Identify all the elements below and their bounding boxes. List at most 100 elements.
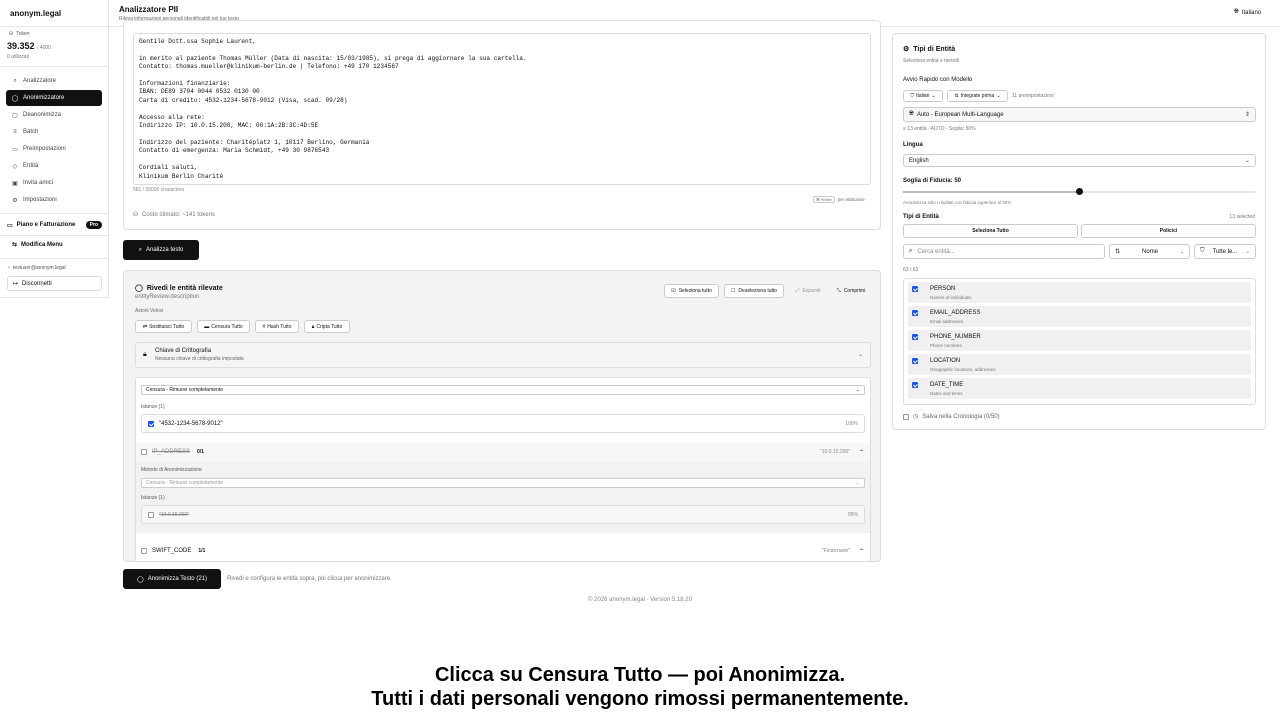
instance-value: "4532-1234-5678-9012" bbox=[159, 420, 223, 427]
entity-group-body: Metodo di Anonimizzazione Censura - Rimu… bbox=[136, 461, 870, 533]
sidebar-nav: ⌕ Analizzatore ◯ Anonimizzatore ▢ Deanonimi… bbox=[6, 73, 102, 209]
cost-estimate: ⛁ Costo stimato: ~141 tokens bbox=[133, 211, 215, 219]
logout-label: Disconnetti bbox=[22, 280, 52, 287]
policies-button[interactable]: Policici bbox=[1081, 224, 1256, 238]
model-select[interactable]: 🌐︎ Auto - European Multi-Language ⇕ bbox=[903, 107, 1256, 122]
entity-type-item[interactable]: DATE_TIME Dates and times bbox=[908, 378, 1251, 399]
edit-menu-button[interactable]: ⇆ Modifica Menu bbox=[12, 241, 63, 249]
chevron-down-icon: ⌄ bbox=[855, 480, 860, 486]
panel-title: ⚙ Tipi di Entità bbox=[903, 45, 955, 54]
method-select[interactable]: Censura - Rimuovi completamente ⌄ bbox=[141, 385, 865, 395]
chevron-updown-icon: ⇕ bbox=[1244, 112, 1250, 118]
entity-desc: Email addresses bbox=[930, 319, 964, 324]
expand-button[interactable]: ⤢ Espandi bbox=[790, 284, 826, 298]
entity-group-header[interactable]: SWIFT_CODE 1/1 "Finanziarie" ⌃ bbox=[136, 542, 870, 560]
panel-subtitle: Seleziona entità e metodi bbox=[903, 58, 960, 64]
language-label: Italiano bbox=[1241, 9, 1262, 16]
tokens-label-text: Token bbox=[16, 31, 30, 37]
pill-label: Italian bbox=[916, 93, 930, 99]
redact-all-button[interactable]: ▬ Censura Tutto bbox=[197, 320, 250, 333]
checkbox[interactable] bbox=[912, 358, 918, 364]
sidebar-item-preimpostazioni[interactable]: ▭ Preimpostazioni bbox=[6, 141, 102, 157]
checkbox[interactable] bbox=[148, 511, 154, 518]
filter-select[interactable]: ⛉ Tutte le... ⌄ bbox=[1194, 244, 1256, 259]
hash-icon: # bbox=[262, 323, 266, 330]
brand-logo[interactable]: anonym.legal bbox=[10, 9, 61, 18]
gear-icon: ⚙ bbox=[12, 197, 18, 204]
model-info-text: 13 entità · AUTO · Soglia: 50% bbox=[907, 126, 976, 132]
keyboard-hint: ⌘+Enter per elaborare bbox=[813, 196, 865, 203]
sidebar-item-impostazioni[interactable]: ⚙ Impostazioni bbox=[6, 192, 102, 208]
entity-group-header[interactable]: IP_ADDRESS 0/1 "10.0.15.200" ⌃ bbox=[136, 443, 870, 461]
sidebar-item-anonimizzatore[interactable]: ◯ Anonimizzatore bbox=[6, 90, 102, 106]
sidebar-item-label: Entità bbox=[23, 163, 39, 169]
method-select[interactable]: Censura - Rimuovi completamente ⌄ bbox=[141, 478, 865, 488]
checkbox[interactable] bbox=[912, 382, 918, 388]
chevron-down-icon: ⌄ bbox=[855, 387, 860, 393]
model-info: ≡ 13 entità · AUTO · Soglia: 50% bbox=[903, 126, 976, 132]
search-icon: ⌕ bbox=[13, 77, 17, 84]
select-all-types-button[interactable]: Seleziona Tutto bbox=[903, 224, 1078, 238]
user-email: ◔ testuser@anonym.legal bbox=[7, 265, 66, 271]
language-switcher[interactable]: 🌐︎ Italiano bbox=[1234, 9, 1261, 16]
instance-row[interactable]: "4532-1234-5678-9012" 100% bbox=[141, 414, 865, 433]
hash-all-button[interactable]: # Hash Tutto bbox=[255, 320, 299, 333]
deselect-all-button[interactable]: ☐ Deseleziona tutto bbox=[724, 284, 784, 298]
sidebar-item-label: Anonimizzatore bbox=[23, 95, 65, 101]
anonymize-label: Anonimizza Testo (21) bbox=[147, 576, 207, 582]
checkbox[interactable] bbox=[912, 334, 918, 340]
slider-handle[interactable] bbox=[1076, 188, 1083, 195]
encryption-key-status: Nessuna chiave di crittografia impostata bbox=[155, 356, 244, 362]
encryption-key-section[interactable]: 🔒︎ Chiave di Crittografia Nessuna chiave… bbox=[135, 342, 871, 368]
instance-row[interactable]: "10.0.15.200" 95% bbox=[141, 505, 865, 524]
language-filter-pill[interactable]: ⛉ Italian ⌄ bbox=[903, 90, 943, 102]
chevron-up-icon[interactable]: ⌃ bbox=[859, 449, 864, 456]
footer: © 2026 anonym.legal · Version 5.18.20 bbox=[588, 597, 692, 603]
entity-type-item[interactable]: PERSON Names of individuals bbox=[908, 282, 1251, 303]
filter-icon: ⛉ bbox=[910, 93, 915, 99]
entity-group-count: 1/1 bbox=[198, 548, 206, 554]
divider bbox=[0, 66, 109, 67]
sort-pill[interactable]: ⇅ Integrate prima ⌄ bbox=[947, 90, 1008, 102]
sidebar-item-batch[interactable]: ≡ Batch bbox=[6, 124, 102, 140]
card-icon: ▭ bbox=[7, 222, 13, 229]
sidebar-item-deanonimizza[interactable]: ▢ Deanonimizza bbox=[6, 107, 102, 123]
entity-type-item[interactable]: EMAIL_ADDRESS Email addresses bbox=[908, 306, 1251, 327]
tokens-value: 39.352 / 4000 bbox=[7, 41, 51, 51]
plan-label: Piano e Fatturazione bbox=[16, 222, 76, 228]
chevron-up-icon[interactable]: ⌃ bbox=[859, 548, 864, 555]
lock-icon: 🔒︎ bbox=[311, 323, 315, 330]
checkbox[interactable] bbox=[903, 413, 909, 420]
save-history-toggle[interactable]: ◷ Salva nella Cronologia (0/50) bbox=[903, 413, 1000, 420]
threshold-hint: Anonimizza solo i risultati con fiducia … bbox=[903, 200, 1012, 205]
sort-select[interactable]: ⇅ Nome ⌄ bbox=[1109, 244, 1190, 259]
checkbox[interactable] bbox=[141, 548, 147, 554]
redact-icon: ▬ bbox=[204, 323, 210, 330]
checkbox[interactable] bbox=[912, 310, 918, 316]
checkbox[interactable] bbox=[141, 449, 147, 455]
lingua-select[interactable]: English ⌄ bbox=[903, 154, 1256, 167]
select-all-button[interactable]: ☑ Seleziona tutto bbox=[664, 284, 719, 298]
checkbox[interactable] bbox=[148, 420, 154, 427]
replace-all-button[interactable]: ⇄ Sostituisci Tutto bbox=[135, 320, 192, 333]
checkbox[interactable] bbox=[912, 286, 918, 292]
sidebar-item-invita-amici[interactable]: ▣ Invita amici bbox=[6, 175, 102, 191]
anonymize-button[interactable]: ◯ Anonimizza Testo (21) bbox=[123, 569, 221, 589]
collapse-button[interactable]: ⤡ Comprimi bbox=[830, 284, 872, 298]
search-placeholder: Cerca entità... bbox=[917, 248, 955, 255]
sidebar-item-entita[interactable]: ◇ Entità bbox=[6, 158, 102, 174]
threshold-slider[interactable] bbox=[903, 188, 1256, 195]
plan-billing-link[interactable]: ▭ Piano e Fatturazione Pro bbox=[7, 219, 102, 231]
types-label: Tipi di Entità bbox=[903, 214, 939, 220]
text-input[interactable]: Gentile Dott.ssa Sophie Laurent, in meri… bbox=[133, 33, 871, 185]
tokens-count: 39.352 bbox=[7, 41, 35, 51]
entity-type-item[interactable]: LOCATION Geographic locations, addresses bbox=[908, 354, 1251, 375]
encrypt-all-button[interactable]: 🔒︎ Cripta Tutto bbox=[304, 320, 350, 333]
logout-button[interactable]: ↦ Disconnetti bbox=[7, 276, 102, 291]
entity-search-input[interactable]: ⌕ Cerca entità... bbox=[903, 244, 1105, 259]
save-history-label: Salva nella Cronologia (0/50) bbox=[922, 413, 1000, 420]
analyze-button[interactable]: ⌕ Analizza testo bbox=[123, 240, 199, 260]
presets-count: 11 preimpostazioni bbox=[1012, 93, 1054, 99]
sidebar-item-analizzatore[interactable]: ⌕ Analizzatore bbox=[6, 73, 102, 89]
entity-type-item[interactable]: PHONE_NUMBER Phone numbers bbox=[908, 330, 1251, 351]
